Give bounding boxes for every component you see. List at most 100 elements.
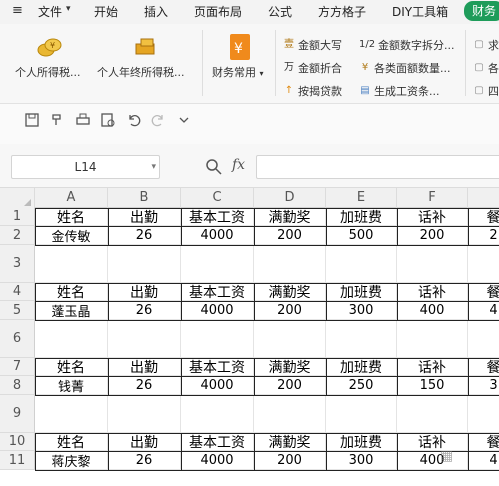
empty-cell[interactable] [181,395,254,433]
empty-cell[interactable] [468,320,499,358]
data-cell[interactable]: 200 [254,451,326,470]
data-cell[interactable]: 钱菁 [35,376,108,395]
amount-uppercase-button[interactable]: 壹 金额大写 [283,37,342,53]
header-cell[interactable]: 姓名 [35,283,108,301]
column-header-e[interactable]: E [326,188,397,208]
data-cell[interactable]: 4 [468,301,499,320]
redo-icon[interactable] [150,112,166,128]
data-cell[interactable]: 4000 [181,451,254,470]
menu-formula[interactable]: 公式 [268,3,292,20]
print-icon[interactable] [75,112,91,128]
data-cell[interactable]: 200 [254,226,326,245]
header-cell[interactable]: 话补 [397,283,468,301]
ribbon-edge-item-1[interactable]: ▢ 求 [473,37,499,53]
data-cell[interactable]: 蓬玉晶 [35,301,108,320]
ribbon-edge-item-2[interactable]: ▢ 各 [473,60,499,76]
empty-cell[interactable] [108,245,181,283]
empty-cell[interactable] [326,245,397,283]
row-header-10[interactable]: 10 [0,433,35,451]
denomination-count-button[interactable]: ¥ 各类面额数量... [359,60,451,76]
header-cell[interactable]: 加班费 [326,358,397,376]
data-cell[interactable]: 2 [468,226,499,245]
amount-split-button[interactable]: 1/2 金额数字拆分... [359,37,455,53]
format-painter-icon[interactable] [50,112,66,128]
data-cell[interactable]: 26 [108,451,181,470]
header-cell[interactable]: 姓名 [35,208,108,226]
data-cell[interactable]: 3 [468,376,499,395]
data-cell[interactable]: 500 [326,226,397,245]
annual-tax-button[interactable]: 个人年终所得税... [97,64,185,80]
payslip-button[interactable]: ▤ 生成工资条... [359,83,439,99]
empty-cell[interactable] [254,395,326,433]
row-header-6[interactable]: 6 [0,320,35,358]
header-cell[interactable]: 基本工资 [181,283,254,301]
header-cell[interactable]: 姓名 [35,358,108,376]
data-cell[interactable]: 200 [254,301,326,320]
column-header-c[interactable]: C [181,188,254,208]
menu-home[interactable]: 开始 [94,3,118,20]
header-cell[interactable]: 出勤 [108,283,181,301]
empty-cell[interactable] [254,320,326,358]
amount-convert-button[interactable]: 万 金额折合 [283,60,342,76]
header-cell[interactable]: 话补 [397,358,468,376]
data-cell[interactable]: 250 [326,376,397,395]
header-cell[interactable]: 加班费 [326,283,397,301]
save-icon[interactable] [24,112,40,128]
row-header-3[interactable]: 3 [0,245,35,283]
empty-cell[interactable] [35,245,108,283]
header-cell[interactable]: 出勤 [108,433,181,451]
row-header-4[interactable]: 4 [0,283,35,301]
empty-cell[interactable] [468,395,499,433]
data-cell[interactable]: 400 [397,301,468,320]
column-header-f[interactable]: F [397,188,468,208]
column-header-b[interactable]: B [108,188,181,208]
data-cell[interactable]: 26 [108,301,181,320]
row-header-9[interactable]: 9 [0,395,35,433]
ribbon-edge-item-3[interactable]: ▢ 四 [473,83,499,99]
data-cell[interactable]: 150 [397,376,468,395]
data-cell[interactable]: 4000 [181,226,254,245]
undo-icon[interactable] [126,112,142,128]
empty-cell[interactable] [326,395,397,433]
header-cell[interactable]: 加班费 [326,433,397,451]
header-cell[interactable]: 餐 [468,358,499,376]
zoom-icon[interactable] [205,158,223,176]
select-all-corner[interactable] [0,188,35,208]
name-box[interactable]: L14 ▾ [11,155,160,179]
row-header-7[interactable]: 7 [0,358,35,376]
data-cell[interactable]: 400 [397,451,468,470]
row-header-2[interactable]: 2 [0,226,35,245]
empty-cell[interactable] [35,320,108,358]
data-cell[interactable]: 200 [397,226,468,245]
header-cell[interactable]: 满勤奖 [254,433,326,451]
header-cell[interactable]: 满勤奖 [254,283,326,301]
menu-fangfang[interactable]: 方方格子 [318,3,366,20]
header-cell[interactable]: 满勤奖 [254,358,326,376]
header-cell[interactable]: 出勤 [108,358,181,376]
menu-page-layout[interactable]: 页面布局 [194,3,242,20]
header-cell[interactable]: 话补 [397,208,468,226]
row-header-11[interactable]: 11 [0,451,35,470]
empty-cell[interactable] [397,320,468,358]
customize-chevron-icon[interactable] [176,112,192,128]
header-cell[interactable]: 基本工资 [181,208,254,226]
print-preview-icon[interactable] [100,112,116,128]
header-cell[interactable]: 餐 [468,433,499,451]
empty-cell[interactable] [181,245,254,283]
header-cell[interactable]: 餐 [468,208,499,226]
header-cell[interactable]: 话补 [397,433,468,451]
finance-common-button[interactable]: 财务常用 ▾ [212,64,264,80]
formula-input[interactable] [256,155,499,179]
data-cell[interactable]: 26 [108,226,181,245]
column-header-a[interactable]: A [35,188,108,208]
empty-cell[interactable] [326,320,397,358]
chevron-down-icon[interactable]: ▾ [66,4,71,14]
menu-file[interactable]: 文件 [38,3,62,20]
fx-button[interactable]: fx [232,157,245,173]
header-cell[interactable]: 餐 [468,283,499,301]
empty-cell[interactable] [397,245,468,283]
data-cell[interactable]: 4000 [181,301,254,320]
data-cell[interactable]: 26 [108,376,181,395]
menu-insert[interactable]: 插入 [144,3,168,20]
data-cell[interactable]: 4000 [181,376,254,395]
